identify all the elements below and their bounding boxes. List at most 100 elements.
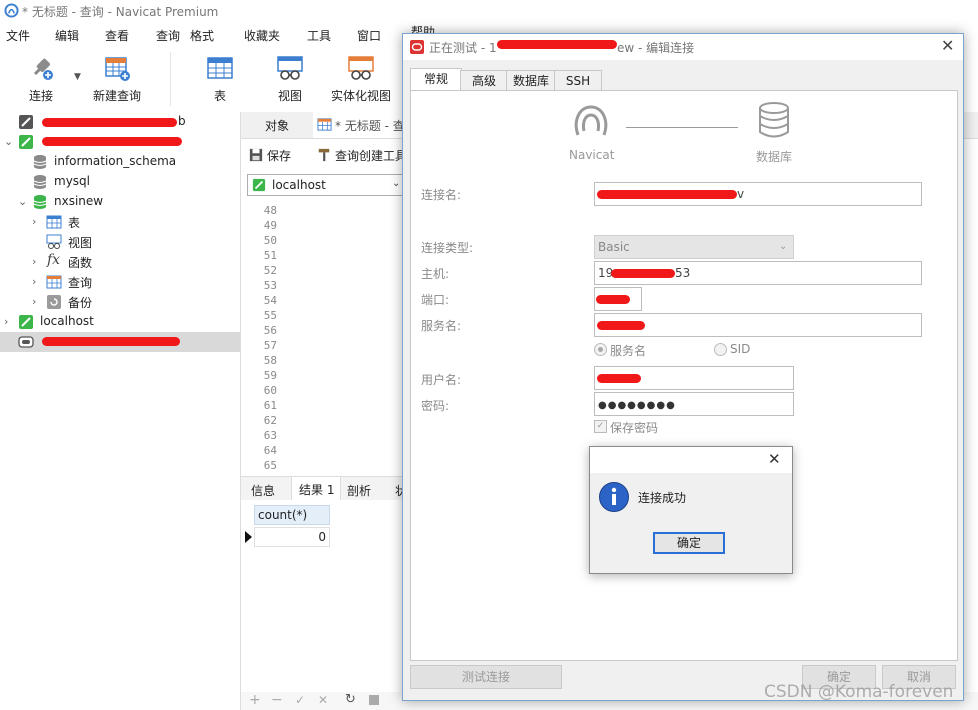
close-icon[interactable]: ✕ <box>941 36 954 55</box>
menu-edit[interactable]: 编辑 <box>55 27 79 44</box>
tab-databases[interactable]: 数据库 <box>506 70 556 91</box>
tree-item-queries[interactable]: › 查询 <box>0 272 240 292</box>
edit-connection-dialog: 正在测试 - 1 ew - 编辑连接 ✕ 常规 高级 数据库 SSH Navic… <box>402 33 964 701</box>
tab-ssh[interactable]: SSH <box>554 70 602 91</box>
username-input[interactable] <box>594 366 794 390</box>
stop-icon[interactable] <box>369 695 379 705</box>
view-button[interactable]: 视图 <box>262 46 318 110</box>
menu-view[interactable]: 查看 <box>105 27 129 44</box>
host-suffix: 53 <box>675 266 691 280</box>
tree-item-label: localhost <box>40 314 94 328</box>
host-input[interactable]: 19 53 <box>594 261 922 285</box>
menu-format[interactable]: 格式 <box>190 27 214 44</box>
database-icon <box>33 155 47 169</box>
tree-item-tables[interactable]: › 表 <box>0 212 240 232</box>
save-button[interactable]: 保存 <box>247 146 305 166</box>
new-query-label: 新建查询 <box>92 89 141 103</box>
expand-chevron-icon[interactable]: › <box>4 315 8 328</box>
connection-success-messagebox: ✕ 连接成功 确定 <box>589 446 793 574</box>
tab-profile[interactable]: 剖析 <box>347 482 371 499</box>
connection-select-value: localhost <box>272 178 326 192</box>
save-password-checkbox[interactable]: ✓ 保存密码 <box>594 418 714 436</box>
add-record-icon[interactable]: + <box>249 692 261 708</box>
tree-item-information-schema[interactable]: information_schema <box>0 152 240 172</box>
tree-item-nxsinew[interactable]: ⌄ nxsinew <box>0 192 240 212</box>
tab-general[interactable]: 常规 <box>410 68 462 92</box>
tree-item-mysql[interactable]: mysql <box>0 172 240 192</box>
conn-name-label: 连接名: <box>421 188 462 202</box>
sid-radio-label: SID <box>730 342 751 356</box>
sid-radio[interactable]: SID <box>714 341 774 359</box>
info-icon <box>599 482 629 512</box>
materialized-view-button[interactable]: 实体化视图 <box>326 46 396 110</box>
sql-editor[interactable]: 48 49 50 51 52 53 54 55 56 57 58 59 60 6… <box>241 200 411 472</box>
expand-chevron-icon[interactable]: › <box>32 275 36 288</box>
line-number: 54 <box>263 294 277 307</box>
tree-item-functions[interactable]: › fx 函数 <box>0 252 240 272</box>
connect-dropdown-icon[interactable]: ▼ <box>74 72 81 82</box>
tab-info[interactable]: 信息 <box>251 482 275 499</box>
chevron-down-icon: ⌄ <box>392 178 401 189</box>
messagebox-ok-button[interactable]: 确定 <box>653 532 725 554</box>
password-input[interactable]: ●●●●●●●● <box>594 392 794 416</box>
port-input[interactable] <box>594 287 642 311</box>
delete-record-icon[interactable]: − <box>271 692 283 708</box>
line-number: 55 <box>263 309 277 322</box>
service-name-input[interactable] <box>594 313 922 337</box>
tree-item-backups[interactable]: › 备份 <box>0 292 240 312</box>
query-builder-button[interactable]: 查询创建工具 <box>315 146 415 166</box>
line-number: 52 <box>263 264 277 277</box>
navicat-logo-icon <box>4 3 19 18</box>
tree-item-connection-1[interactable]: b <box>0 112 240 132</box>
apply-icon[interactable]: ✓ <box>295 693 305 707</box>
connect-button[interactable]: ▼ 连接 <box>10 46 81 110</box>
tree-item-connection-selected[interactable] <box>0 332 240 352</box>
service-name-label: 服务名: <box>421 319 462 333</box>
tree-item-views[interactable]: 视图 <box>0 232 240 252</box>
save-icon <box>249 148 263 162</box>
chevron-down-icon: ⌄ <box>779 241 788 252</box>
close-icon[interactable]: ✕ <box>768 450 781 468</box>
tree-item-localhost[interactable]: › localhost <box>0 312 240 332</box>
conn-type-label: 连接类型: <box>421 241 474 255</box>
port-label: 端口: <box>421 293 450 307</box>
collapse-chevron-icon[interactable]: ⌄ <box>18 195 27 208</box>
result-tabs: 信息 结果 1 剖析 状 <box>241 476 411 501</box>
navicat-label: Navicat <box>569 148 615 162</box>
expand-chevron-icon[interactable]: › <box>32 295 36 308</box>
table-label: 表 <box>213 89 226 103</box>
menu-tools[interactable]: 工具 <box>307 27 331 44</box>
conn-name-input[interactable]: v <box>594 182 922 206</box>
service-name-radio-label: 服务名 <box>610 344 647 358</box>
tab-advanced[interactable]: 高级 <box>460 70 508 91</box>
row-indicator-icon <box>242 527 254 547</box>
oracle-connection-icon <box>19 115 33 129</box>
menu-query[interactable]: 查询 <box>156 27 180 44</box>
connection-select[interactable]: localhost ⌄ <box>247 174 407 196</box>
conn-type-select[interactable]: Basic ⌄ <box>594 235 794 259</box>
new-query-button[interactable]: 新建查询 <box>86 46 148 110</box>
expand-chevron-icon[interactable]: › <box>32 215 36 228</box>
menu-favorites[interactable]: 收藏夹 <box>244 27 280 44</box>
grid-column-header[interactable]: count(*) <box>254 505 330 525</box>
refresh-icon[interactable]: ↻ <box>345 692 356 707</box>
menu-window[interactable]: 窗口 <box>357 27 381 44</box>
expand-chevron-icon[interactable]: › <box>32 255 36 268</box>
menu-file[interactable]: 文件 <box>6 27 30 44</box>
service-name-radio[interactable]: 服务名 <box>594 341 694 359</box>
grid-cell[interactable]: 0 <box>254 527 330 547</box>
database-icon <box>759 102 789 138</box>
grid-header-label: count(*) <box>258 508 308 522</box>
tree-item-connection-2[interactable]: ⌄ <box>0 132 240 152</box>
collapse-chevron-icon[interactable]: ⌄ <box>4 135 13 148</box>
materialized-view-label: 实体化视图 <box>330 89 391 103</box>
discard-icon[interactable]: ✕ <box>318 693 328 707</box>
password-label: 密码: <box>421 399 450 413</box>
tab-objects[interactable]: 对象 <box>265 117 289 134</box>
tab-result-1[interactable]: 结果 1 <box>291 477 341 501</box>
table-button[interactable]: 表 <box>192 46 248 110</box>
tab-query[interactable]: * 无标题 - 查 <box>313 112 413 138</box>
test-connection-button[interactable]: 测试连接 <box>410 665 562 689</box>
save-password-label: 保存密码 <box>610 421 659 435</box>
app-title-bar: * 无标题 - 查询 - Navicat Premium <box>0 0 978 22</box>
